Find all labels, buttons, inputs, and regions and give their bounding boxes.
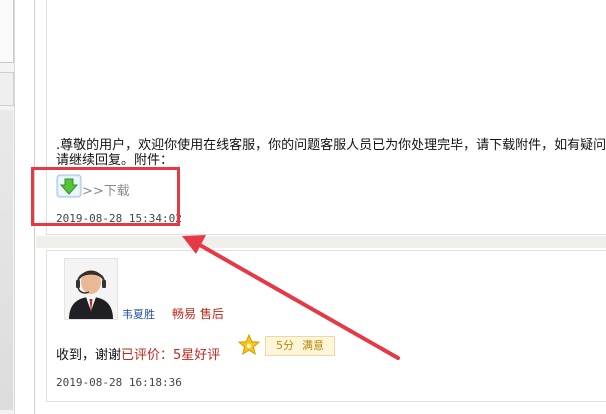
left-panel-box bbox=[0, 0, 14, 63]
left-panel-menu-button[interactable]: ... bbox=[0, 72, 14, 165]
reply-text: 收到，谢谢 bbox=[56, 348, 122, 363]
message-separator bbox=[36, 236, 606, 248]
rating-score: 5分 bbox=[276, 339, 294, 352]
agent-avatar bbox=[64, 258, 118, 320]
agent-name: 韦夏胜 bbox=[122, 308, 155, 321]
rating-badge: 5分 满意 bbox=[265, 336, 335, 356]
agent-avatar-icon bbox=[69, 270, 113, 319]
rating-label: 满意 bbox=[302, 339, 324, 352]
left-panel-scroll-area bbox=[0, 110, 13, 410]
annotation-highlight-box bbox=[31, 167, 180, 226]
rated-text: 已评价：5星好评 bbox=[121, 348, 221, 363]
reply-line: 收到，谢谢已评价：5星好评 bbox=[56, 344, 220, 363]
agent-team: 畅易 售后 bbox=[172, 307, 224, 321]
star-icon bbox=[238, 334, 260, 356]
second-message-timestamp: 2019-08-28 16:18:36 bbox=[56, 376, 182, 389]
first-message-text: .尊敬的用户，欢迎你使用在线客服，你的问题客服人员已为你处理完毕，请下载附件，如… bbox=[56, 138, 606, 168]
